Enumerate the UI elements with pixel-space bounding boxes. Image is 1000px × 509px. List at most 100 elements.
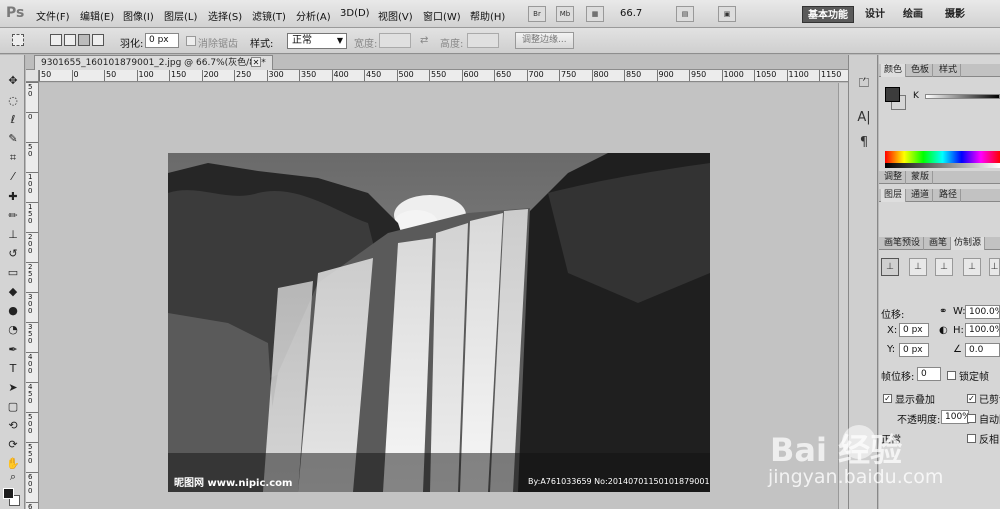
y-input[interactable]: 0 px	[899, 343, 929, 357]
foreground-color[interactable]	[885, 87, 900, 102]
menu-filter[interactable]: 滤镜(T)	[252, 8, 286, 23]
3d-rotate-tool-icon[interactable]: ⟲	[4, 418, 22, 434]
view-extras-icon[interactable]: ▦	[586, 6, 604, 22]
foreground-color-swatch[interactable]	[3, 488, 14, 499]
path-select-tool-icon[interactable]: ➤	[4, 380, 22, 396]
arrange-documents-icon[interactable]: ▤	[676, 6, 694, 22]
move-tool-icon[interactable]: ✥	[4, 73, 22, 89]
menu-help[interactable]: 帮助(H)	[470, 8, 505, 23]
type-tool-icon[interactable]: T	[4, 361, 22, 377]
tab-layers[interactable]: 图层	[881, 189, 907, 202]
marquee-tool-icon[interactable]	[12, 34, 24, 46]
swap-icon[interactable]: ⇄	[420, 35, 428, 46]
clone-source-5-icon[interactable]: ⊥	[989, 258, 1000, 276]
ruler-corner[interactable]	[26, 70, 39, 82]
h-input[interactable]: 100.0%	[965, 323, 1000, 337]
x-input[interactable]: 0 px	[899, 323, 929, 337]
mini-bridge-button[interactable]: Mb	[556, 6, 574, 22]
shape-tool-icon[interactable]: ▢	[4, 399, 22, 415]
menu-analysis[interactable]: 分析(A)	[296, 8, 331, 23]
character-panel-icon[interactable]: A|	[855, 109, 873, 127]
refine-edge-button[interactable]: 调整边缘...	[515, 32, 574, 49]
lasso-tool-icon[interactable]: ℓ	[4, 112, 22, 128]
zoom-tool-icon[interactable]: ⌕	[4, 469, 22, 485]
w-input[interactable]: 100.0%	[965, 305, 1000, 319]
eraser-tool-icon[interactable]: ▭	[4, 265, 22, 281]
tab-swatches[interactable]: 色板	[908, 64, 934, 77]
invert-checkbox[interactable]	[967, 434, 976, 443]
color-spectrum[interactable]	[885, 151, 1000, 163]
opacity-input[interactable]: 100%	[941, 410, 969, 424]
marquee-tool-icon[interactable]: ◌	[4, 93, 22, 109]
tab-clone-source[interactable]: 仿制源	[951, 237, 986, 250]
reset-transform-icon[interactable]: ◐	[939, 325, 948, 336]
workspace-photo[interactable]: 摄影	[940, 6, 970, 23]
grayscale-ramp[interactable]	[885, 163, 1000, 168]
3d-orbit-tool-icon[interactable]: ⟳	[4, 437, 22, 453]
document-tab[interactable]: 9301655_160101879001_2.jpg @ 66.7%(灰色/8)…	[34, 55, 273, 70]
menu-window[interactable]: 窗口(W)	[423, 8, 461, 23]
add-selection-icon[interactable]	[64, 34, 76, 46]
crop-tool-icon[interactable]: ⌗	[4, 150, 22, 166]
bridge-button[interactable]: Br	[528, 6, 546, 22]
tab-brush-presets[interactable]: 画笔预设	[881, 237, 925, 250]
style-select[interactable]: 正常 ▼	[287, 33, 347, 49]
ruler-h-tick	[299, 70, 300, 81]
zoom-level[interactable]: 66.7	[620, 8, 642, 19]
menu-layer[interactable]: 图层(L)	[164, 8, 197, 23]
tab-channels[interactable]: 通道	[908, 189, 934, 202]
history-panel-icon[interactable]: ⏍	[855, 75, 873, 93]
document-image[interactable]: 昵图网 www.nipic.com By:A761033659 No:20140…	[168, 153, 710, 492]
show-overlay-checkbox[interactable]: ✓	[883, 394, 892, 403]
clone-stamp-tool-icon[interactable]: ⊥	[4, 227, 22, 243]
auto-hide-checkbox[interactable]	[967, 414, 976, 423]
menu-3d[interactable]: 3D(D)	[340, 8, 370, 19]
menu-select[interactable]: 选择(S)	[208, 8, 242, 23]
height-input[interactable]	[467, 33, 499, 48]
history-brush-tool-icon[interactable]: ↺	[4, 246, 22, 262]
angle-input[interactable]: 0.0	[965, 343, 1000, 357]
quick-select-tool-icon[interactable]: ✎	[4, 131, 22, 147]
workspace-design[interactable]: 设计	[860, 6, 890, 23]
paragraph-panel-icon[interactable]: ¶	[855, 134, 873, 152]
workspace-paint[interactable]: 绘画	[898, 6, 928, 23]
tab-color[interactable]: 颜色	[881, 64, 907, 77]
pen-tool-icon[interactable]: ✒	[4, 342, 22, 358]
tab-adjustments[interactable]: 调整	[881, 171, 907, 184]
lock-frame-checkbox[interactable]	[947, 371, 956, 380]
antialias-checkbox[interactable]	[186, 36, 196, 46]
menu-view[interactable]: 视图(V)	[378, 8, 413, 23]
width-input[interactable]	[379, 33, 411, 48]
clone-source-2-icon[interactable]: ⊥	[909, 258, 927, 276]
menu-edit[interactable]: 编辑(E)	[80, 8, 114, 23]
frame-offset-input[interactable]: 0	[917, 367, 941, 381]
clone-source-3-icon[interactable]: ⊥	[935, 258, 953, 276]
blur-tool-icon[interactable]: ●	[4, 303, 22, 319]
menu-image[interactable]: 图像(I)	[123, 8, 154, 23]
close-icon[interactable]: ✕	[251, 57, 261, 67]
new-selection-icon[interactable]	[50, 34, 62, 46]
brush-tool-icon[interactable]: ✏	[4, 208, 22, 224]
k-channel-slider[interactable]	[925, 94, 1000, 99]
tab-brush[interactable]: 画笔	[926, 237, 952, 250]
ruler-v-label: 150	[28, 203, 33, 225]
intersect-selection-icon[interactable]	[92, 34, 104, 46]
clone-source-4-icon[interactable]: ⊥	[963, 258, 981, 276]
eyedropper-tool-icon[interactable]: ⁄	[4, 169, 22, 185]
workspace-basic[interactable]: 基本功能	[802, 6, 854, 23]
clone-source-1-icon[interactable]: ⊥	[881, 258, 899, 276]
tab-paths[interactable]: 路径	[936, 189, 962, 202]
link-icon[interactable]: ⚭	[939, 306, 947, 317]
vertical-ruler[interactable]: 5005010015020025030035040045050055060065…	[26, 82, 39, 509]
clipped-checkbox[interactable]: ✓	[967, 394, 976, 403]
menu-file[interactable]: 文件(F)	[36, 8, 70, 23]
healing-brush-tool-icon[interactable]: ✚	[4, 189, 22, 205]
screen-mode-icon[interactable]: ▣	[718, 6, 736, 22]
horizontal-ruler[interactable]: 50 0 50 100 150 200 250 300 350 400 450 500 550 600 65…	[39, 70, 848, 82]
tab-masks[interactable]: 蒙版	[908, 171, 934, 184]
subtract-selection-icon[interactable]	[78, 34, 90, 46]
dodge-tool-icon[interactable]: ◔	[4, 322, 22, 338]
feather-input[interactable]: 0 px	[145, 33, 179, 48]
paint-bucket-tool-icon[interactable]: ◆	[4, 284, 22, 300]
tab-styles[interactable]: 样式	[936, 64, 962, 77]
